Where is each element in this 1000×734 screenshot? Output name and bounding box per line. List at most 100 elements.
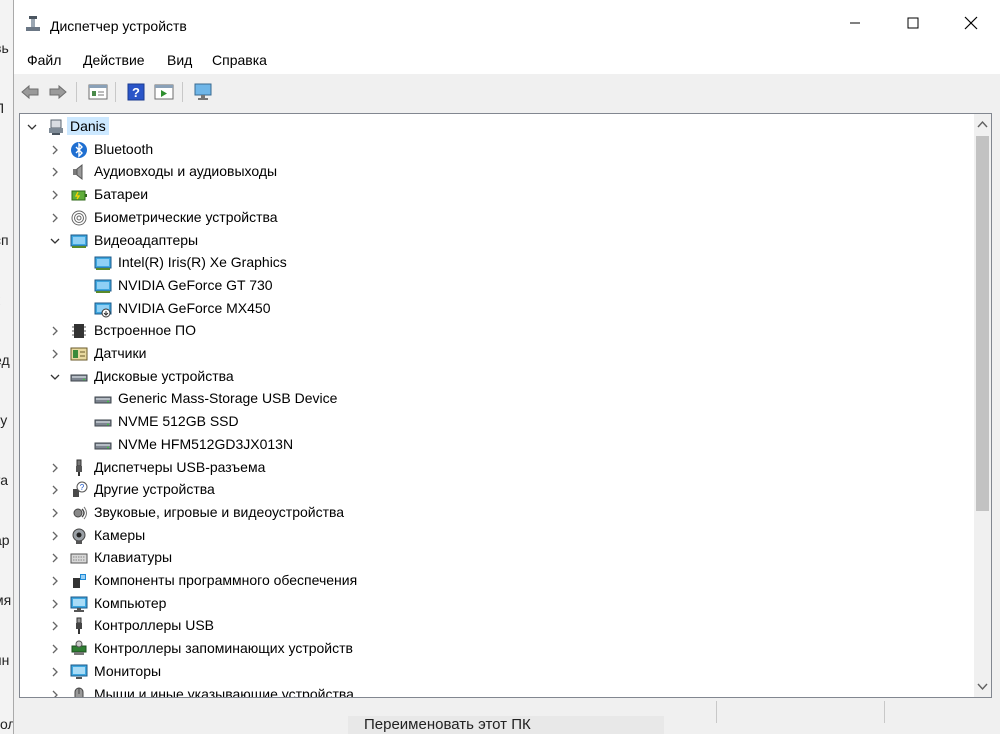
display-adapter-icon <box>94 256 112 271</box>
menu-file[interactable]: Файл <box>27 52 61 68</box>
background-text-fragment: ар <box>0 532 10 548</box>
chevron-right-icon[interactable] <box>49 552 61 564</box>
back-icon <box>21 84 39 100</box>
tree-category-label[interactable]: Клавиатуры <box>91 548 175 566</box>
forward-button[interactable] <box>46 80 70 104</box>
tree-category-label[interactable]: Мыши и иные указывающие устройства <box>91 685 357 698</box>
tree-category-label[interactable]: Биометрические устройства <box>91 208 281 226</box>
keyboard-icon <box>70 553 88 564</box>
background-rename-pc-text: Переименовать этот ПК <box>348 716 664 734</box>
menu-action[interactable]: Действие <box>83 52 145 68</box>
software-component-icon <box>73 574 86 588</box>
back-button[interactable] <box>18 80 42 104</box>
tree-category-label[interactable]: Контроллеры запоминающих устройств <box>91 639 356 657</box>
status-pane-1 <box>716 701 885 723</box>
device-tree[interactable]: Danis Bluetooth Аудиовходы и аудиовыходы Ба… <box>19 113 992 698</box>
tree-device-label[interactable]: NVMe HFM512GD3JX013N <box>115 435 296 453</box>
disk-drive-icon <box>70 374 88 382</box>
tree-device-label[interactable]: NVIDIA GeForce MX450 <box>115 299 274 317</box>
maximize-button[interactable] <box>884 0 942 46</box>
tree-category-label[interactable]: Диспетчеры USB-разъема <box>91 458 268 476</box>
chevron-right-icon[interactable] <box>49 666 61 678</box>
forward-icon <box>49 84 67 100</box>
scroll-up-icon[interactable] <box>974 116 991 133</box>
tree-category-label[interactable]: Контроллеры USB <box>91 616 217 634</box>
disk-drive-icon <box>94 396 112 404</box>
vertical-scrollbar[interactable] <box>974 114 991 697</box>
chevron-right-icon[interactable] <box>49 462 61 474</box>
tree-category-label[interactable]: Батареи <box>91 185 151 203</box>
bluetooth-icon <box>71 141 87 158</box>
tree-device-label[interactable]: NVIDIA GeForce GT 730 <box>115 276 276 294</box>
tree-device-label[interactable]: Intel(R) Iris(R) Xe Graphics <box>115 253 290 271</box>
chevron-down-icon[interactable] <box>49 371 61 383</box>
tree-root-label[interactable]: Danis <box>67 117 109 135</box>
scrollbar-thumb[interactable] <box>976 136 989 511</box>
chevron-right-icon[interactable] <box>49 212 61 224</box>
properties-button[interactable] <box>86 80 110 104</box>
display-adapter-disabled-icon <box>94 302 112 318</box>
monitor-icon <box>70 664 88 679</box>
tree-category-label[interactable]: Мониторы <box>91 662 164 680</box>
background-text-fragment: ян <box>0 652 10 668</box>
chevron-right-icon[interactable] <box>49 348 61 360</box>
tree-category-label[interactable]: Датчики <box>91 344 149 362</box>
tree-category-label[interactable]: Аудиовходы и аудиовыходы <box>91 162 280 180</box>
disk-drive-icon <box>94 419 112 427</box>
chevron-right-icon[interactable] <box>49 689 61 699</box>
tree-category-label[interactable]: Встроенное ПО <box>91 321 199 339</box>
tree-device-label[interactable]: NVME 512GB SSD <box>115 412 242 430</box>
display-adapter-icon <box>70 234 88 248</box>
tree-category-label[interactable]: Компоненты программного обеспечения <box>91 571 360 589</box>
menu-bar: Файл Действие Вид Справка <box>14 46 1000 74</box>
storage-controller-icon <box>71 640 87 656</box>
chevron-right-icon[interactable] <box>49 575 61 587</box>
menu-view[interactable]: Вид <box>167 52 192 68</box>
title-bar[interactable]: Диспетчер устройств <box>14 0 1000 46</box>
device-manager-window: Диспетчер устройств Файл Действие Вид Сп… <box>13 0 1000 734</box>
sensor-icon <box>70 347 88 361</box>
menu-help[interactable]: Справка <box>212 52 267 68</box>
tree-category-label[interactable]: Дисковые устройства <box>91 367 237 385</box>
tree-category-label[interactable]: Компьютер <box>91 594 169 612</box>
chevron-right-icon[interactable] <box>49 507 61 519</box>
run-icon <box>154 84 174 100</box>
help-icon: ? <box>127 83 145 101</box>
chevron-right-icon[interactable] <box>49 530 61 542</box>
tree-category-label[interactable]: Другие устройства <box>91 480 218 498</box>
run-button[interactable] <box>152 80 176 104</box>
close-icon <box>964 16 978 30</box>
svg-text:?: ? <box>132 85 140 100</box>
chevron-right-icon[interactable] <box>49 325 61 337</box>
minimize-button[interactable] <box>826 0 884 46</box>
fingerprint-icon <box>71 210 87 226</box>
chevron-right-icon[interactable] <box>49 643 61 655</box>
tree-category-label[interactable]: Bluetooth <box>91 140 156 158</box>
background-text-fragment: вь <box>0 40 9 56</box>
tree-device-label[interactable]: Generic Mass-Storage USB Device <box>115 389 340 407</box>
close-button[interactable] <box>942 0 1000 46</box>
chevron-right-icon[interactable] <box>49 620 61 632</box>
usb-controller-icon <box>76 617 82 635</box>
background-text-fragment: ку <box>0 412 8 428</box>
tree-category-label[interactable]: Камеры <box>91 526 148 544</box>
chevron-down-icon[interactable] <box>49 235 61 247</box>
chevron-right-icon[interactable] <box>49 189 61 201</box>
tree-category-label[interactable]: Звуковые, игровые и видеоустройства <box>91 503 347 521</box>
chevron-down-icon[interactable] <box>26 121 38 133</box>
scan-hardware-button[interactable] <box>192 80 216 104</box>
chevron-right-icon[interactable] <box>49 598 61 610</box>
scroll-down-icon[interactable] <box>974 678 991 695</box>
toolbar: ? <box>14 76 1000 108</box>
chevron-right-icon[interactable] <box>49 166 61 178</box>
camera-icon <box>72 528 86 544</box>
computer-root-icon <box>49 119 63 135</box>
chevron-right-icon[interactable] <box>49 484 61 496</box>
chevron-right-icon[interactable] <box>49 144 61 156</box>
background-text-fragment: сп <box>0 232 9 248</box>
help-button[interactable]: ? <box>124 80 148 104</box>
background-window-edge: вьПспкедкутаармяян <box>0 0 14 734</box>
computer-icon <box>70 596 88 612</box>
tree-category-label[interactable]: Видеоадаптеры <box>91 231 201 249</box>
svg-text:?: ? <box>80 483 85 492</box>
